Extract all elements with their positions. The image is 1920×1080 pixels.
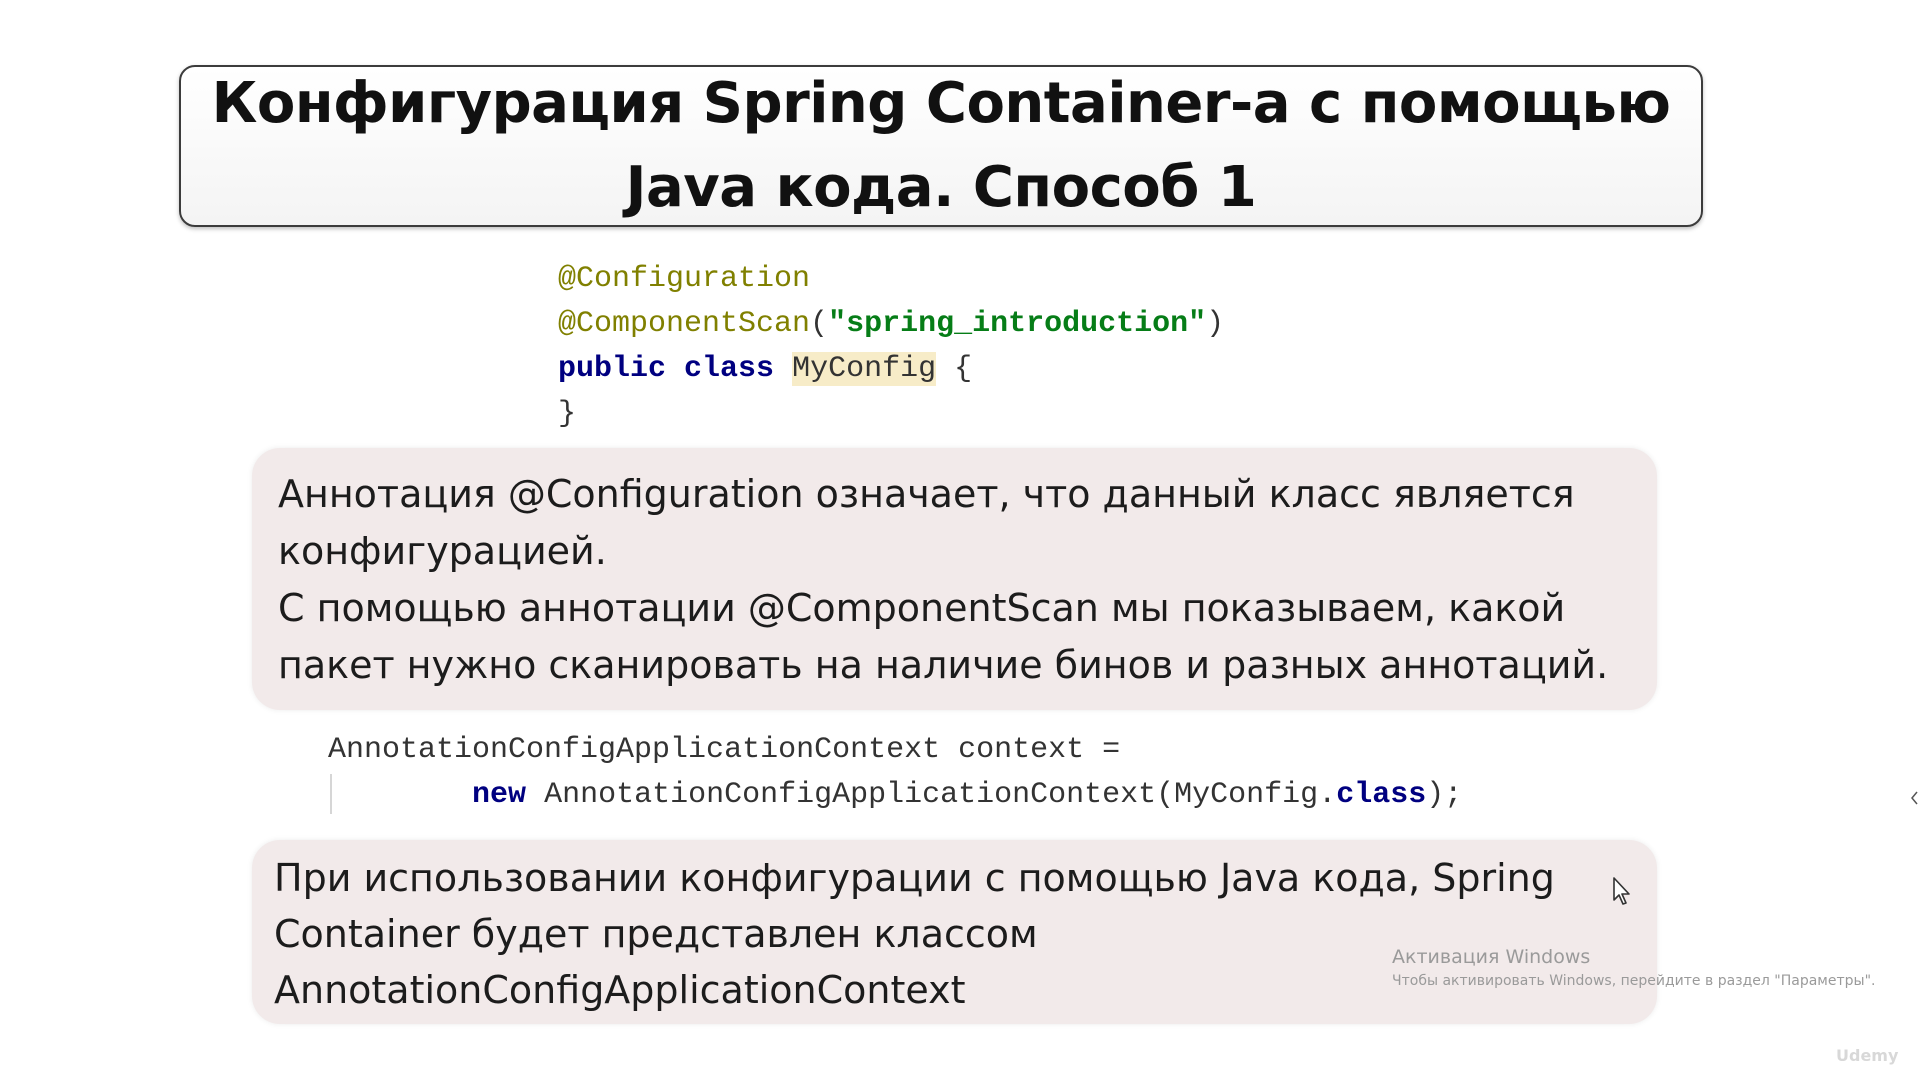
udemy-watermark: Udemy [1836,1046,1899,1065]
code-annotation-configuration: @Configuration [558,262,811,296]
code-statement-end: ); [1426,778,1463,812]
code-keyword-new: new [472,778,527,812]
code-paren-open: ( [810,307,829,341]
code-block-context: AnnotationConfigApplicationContext conte… [328,728,1462,818]
code-keyword-public: public [558,352,667,386]
chevron-left-icon [1911,791,1918,805]
code-annotation-componentscan: @ComponentScan [558,307,811,341]
slide-title: Конфигурация Spring Container-а с помощь… [211,71,1671,220]
explanation-text-annotations: Аннотация @Configuration означает, что д… [278,472,1609,687]
code-class-name: MyConfig [792,352,937,386]
code-paren-close: ) [1206,307,1225,341]
explanation-box-context: При использовании конфигурации с помощью… [252,840,1657,1024]
code-string-package: "spring_introduction" [828,307,1207,341]
code-context-constructor: AnnotationConfigApplicationContext(MyCon… [544,778,1337,812]
windows-activation-title: Активация Windows [1392,946,1591,968]
code-brace-open: { [954,352,973,386]
code-block-config-class: @Configuration @ComponentScan("spring_in… [558,257,1224,437]
code-brace-close: } [558,397,577,431]
slide-title-box: Конфигурация Spring Container-а с помощь… [179,65,1703,227]
windows-activation-subtitle: Чтобы активировать Windows, перейдите в … [1392,973,1876,989]
code-context-declaration: AnnotationConfigApplicationContext conte… [328,733,1121,767]
code-keyword-class-literal: class [1336,778,1427,812]
mouse-pointer-icon [1613,877,1630,905]
presentation-slide: Конфигурация Spring Container-а с помощь… [0,0,1920,1080]
code-keyword-class: class [684,352,775,386]
explanation-box-annotations: Аннотация @Configuration означает, что д… [252,448,1657,710]
explanation-text-context: При использовании конфигурации с помощью… [274,856,1555,1012]
windows-activation-notice: Активация Windows Чтобы активировать Win… [1392,944,1875,992]
